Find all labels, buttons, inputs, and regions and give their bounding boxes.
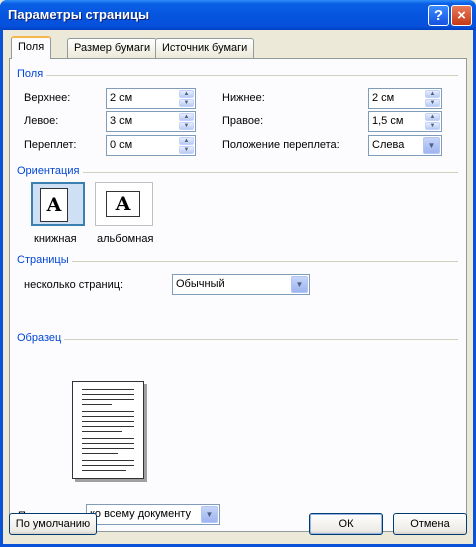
preview-line (82, 426, 134, 427)
preview-line (82, 470, 126, 471)
page-preview (72, 381, 144, 479)
preview-line (82, 438, 134, 439)
section-title-sample: Образец (17, 332, 62, 344)
spin-down-icon[interactable]: ▼ (425, 122, 440, 130)
apply-to-value: ко всему документу (90, 508, 191, 520)
spin-up-icon[interactable]: ▲ (179, 113, 194, 121)
spin-down-icon[interactable]: ▼ (179, 99, 194, 107)
section-divider (72, 261, 458, 262)
preview-line (82, 465, 134, 466)
dialog-window: Параметры страницы ? × Поля Размер бумаг… (0, 0, 476, 547)
landscape-page-icon: A (106, 191, 140, 217)
cancel-button[interactable]: Отмена (393, 513, 467, 535)
section-title-orientation: Ориентация (17, 165, 80, 177)
top-margin-label: Верхнее: (24, 92, 71, 104)
section-divider (46, 75, 458, 76)
gutter-position-value: Слева (372, 139, 405, 151)
preview-line (82, 389, 134, 390)
dialog-client: Поля Размер бумаги Источник бумаги Поля … (3, 30, 473, 544)
left-margin-value: 3 см (110, 115, 133, 127)
spin-up-icon[interactable]: ▲ (179, 137, 194, 145)
tab-label: Размер бумаги (74, 42, 151, 54)
landscape-label[interactable]: альбомная (97, 233, 153, 245)
help-button[interactable]: ? (428, 5, 449, 26)
close-button[interactable]: × (451, 5, 472, 26)
multiple-pages-value: Обычный (176, 278, 225, 290)
section-divider (83, 172, 458, 173)
preview-line (82, 421, 134, 422)
window-title: Параметры страницы (8, 7, 150, 22)
tab-panel: Поля Верхнее: 2 см ▲ ▼ Нижнее: 2 см ▲ ▼ … (9, 58, 467, 532)
apply-to-select[interactable]: ко всему документу ▼ (86, 504, 220, 525)
portrait-button[interactable]: A (31, 182, 85, 226)
preview-line (82, 404, 112, 405)
chevron-down-icon[interactable]: ▼ (291, 276, 308, 293)
bottom-margin-label: Нижнее: (222, 92, 265, 104)
gutter-label: Переплет: (24, 139, 77, 151)
spin-up-icon[interactable]: ▲ (425, 113, 440, 121)
gutter-value: 0 см (110, 139, 133, 151)
top-margin-spinner[interactable]: 2 см ▲ ▼ (106, 88, 196, 109)
preview-line (82, 453, 118, 454)
tab-paper-source[interactable]: Источник бумаги (155, 38, 255, 58)
chevron-down-icon[interactable]: ▼ (423, 137, 440, 154)
tab-label: Поля (18, 41, 45, 53)
preview-line (82, 399, 134, 400)
tab-label: Источник бумаги (162, 42, 248, 54)
default-button[interactable]: По умолчанию (9, 513, 97, 535)
section-title-pages: Страницы (17, 254, 69, 266)
preview-line (82, 443, 134, 444)
bottom-margin-spinner[interactable]: 2 см ▲ ▼ (368, 88, 442, 109)
spin-down-icon[interactable]: ▼ (425, 99, 440, 107)
gutter-spinner[interactable]: 0 см ▲ ▼ (106, 135, 196, 156)
preview-line (82, 394, 134, 395)
right-margin-label: Правое: (222, 115, 264, 127)
multiple-pages-label: несколько страниц: (24, 279, 124, 291)
ok-button[interactable]: ОК (309, 513, 383, 535)
gutter-position-label: Положение переплета: (222, 139, 340, 151)
portrait-page-icon: A (40, 188, 68, 222)
spin-down-icon[interactable]: ▼ (179, 122, 194, 130)
portrait-label[interactable]: книжная (34, 233, 77, 245)
chevron-down-icon[interactable]: ▼ (201, 506, 218, 523)
right-margin-spinner[interactable]: 1,5 см ▲ ▼ (368, 111, 442, 132)
section-divider (64, 339, 458, 340)
left-margin-label: Левое: (24, 115, 59, 127)
right-margin-value: 1,5 см (372, 115, 404, 127)
spin-up-icon[interactable]: ▲ (425, 90, 440, 98)
multiple-pages-select[interactable]: Обычный ▼ (172, 274, 310, 295)
spin-up-icon[interactable]: ▲ (179, 90, 194, 98)
landscape-button[interactable]: A (95, 182, 153, 226)
preview-line (82, 431, 122, 432)
preview-line (82, 448, 134, 449)
preview-line (82, 460, 134, 461)
tab-paper-size[interactable]: Размер бумаги (67, 38, 158, 58)
section-title-margins: Поля (17, 68, 44, 80)
preview-line (82, 416, 134, 417)
tab-margins[interactable]: Поля (11, 36, 52, 59)
top-margin-value: 2 см (110, 92, 133, 104)
gutter-position-select[interactable]: Слева ▼ (368, 135, 442, 156)
preview-line (82, 411, 134, 412)
title-bar[interactable]: Параметры страницы ? × (0, 0, 476, 30)
bottom-margin-value: 2 см (372, 92, 395, 104)
left-margin-spinner[interactable]: 3 см ▲ ▼ (106, 111, 196, 132)
spin-down-icon[interactable]: ▼ (179, 146, 194, 154)
